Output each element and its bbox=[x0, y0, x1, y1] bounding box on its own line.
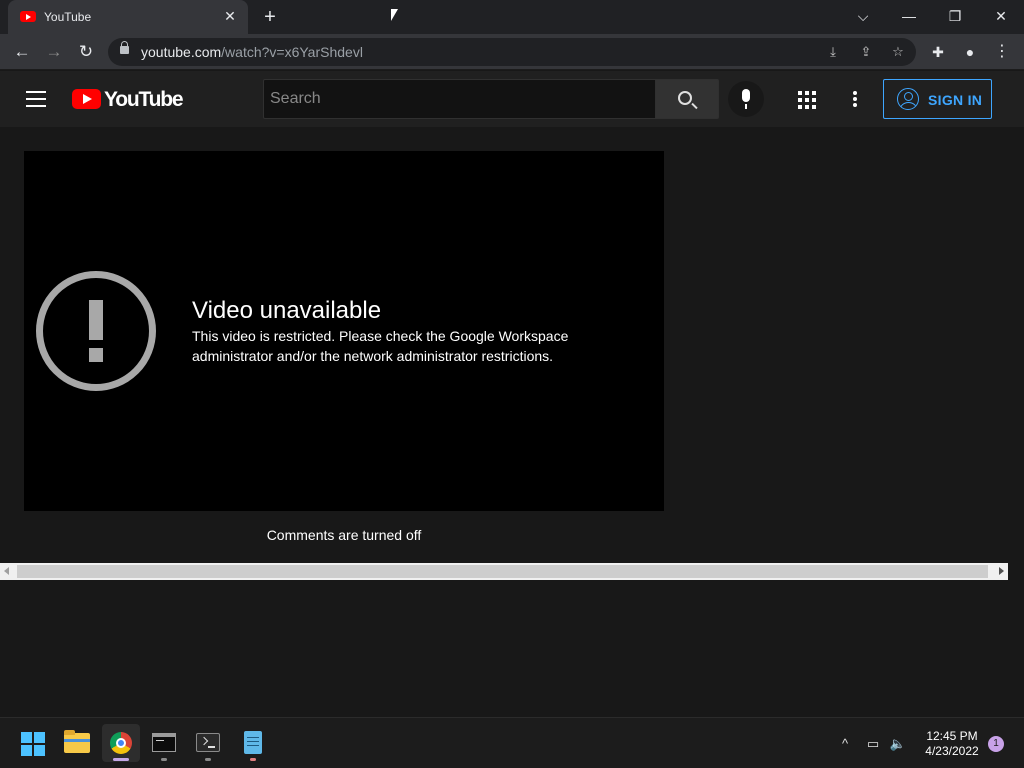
new-tab-button[interactable]: + bbox=[258, 5, 282, 29]
sign-in-label: SIGN IN bbox=[928, 92, 983, 108]
browser-toolbar: ← → ↻ youtube.com/watch?v=x6YarShdevl ⤓ … bbox=[0, 34, 1024, 70]
guide-menu-icon[interactable] bbox=[26, 91, 46, 107]
file-explorer-icon bbox=[64, 730, 90, 753]
search-input[interactable] bbox=[264, 80, 655, 118]
minimize-button[interactable]: — bbox=[886, 0, 932, 32]
account-circle-icon bbox=[897, 88, 919, 110]
exclamation-alert-icon bbox=[36, 271, 156, 391]
scroll-left-arrow-icon[interactable] bbox=[4, 567, 9, 575]
install-icon[interactable]: ⤓ bbox=[823, 42, 843, 62]
horizontal-scrollbar[interactable] bbox=[0, 563, 1008, 580]
running-indicator bbox=[113, 758, 129, 761]
running-indicator bbox=[161, 758, 167, 761]
windows-start-icon bbox=[21, 732, 45, 756]
error-message: This video is restricted. Please check t… bbox=[192, 328, 569, 364]
search-button[interactable] bbox=[655, 79, 719, 119]
youtube-page: YouTube SIGN IN Video unavailable This v… bbox=[0, 71, 1024, 717]
video-player[interactable]: Video unavailable This video is restrict… bbox=[24, 151, 664, 511]
youtube-play-icon bbox=[72, 89, 101, 109]
lock-icon[interactable] bbox=[120, 41, 129, 54]
running-indicator bbox=[205, 758, 211, 761]
close-window-button[interactable]: ✕ bbox=[978, 0, 1024, 32]
taskbar-clock[interactable]: 12:45 PM 4/23/2022 bbox=[910, 729, 994, 759]
scroll-right-arrow-icon[interactable] bbox=[999, 567, 1004, 575]
command-prompt-icon bbox=[152, 733, 176, 752]
error-title: Video unavailable bbox=[192, 297, 382, 324]
taskbar-chrome[interactable] bbox=[102, 724, 140, 762]
tray-overflow-chevron-icon[interactable]: ^ bbox=[836, 735, 854, 753]
youtube-favicon-icon bbox=[20, 11, 36, 22]
youtube-apps-icon[interactable] bbox=[798, 91, 816, 109]
masthead: YouTube SIGN IN bbox=[0, 71, 1024, 127]
settings-more-icon[interactable] bbox=[853, 91, 857, 107]
url-text[interactable]: youtube.com/watch?v=x6YarShdevl bbox=[141, 44, 363, 60]
bookmark-star-icon[interactable]: ☆ bbox=[888, 42, 908, 62]
url-path: /watch?v=x6YarShdevl bbox=[221, 44, 363, 60]
running-indicator bbox=[250, 758, 256, 761]
url-host: youtube.com bbox=[141, 44, 222, 60]
browser-tab-strip: YouTube ✕ + ⌵ — ❐ ✕ bbox=[0, 0, 1024, 34]
forward-button[interactable]: → bbox=[40, 38, 68, 66]
sign-in-button[interactable]: SIGN IN bbox=[883, 79, 992, 119]
search-icon bbox=[678, 91, 692, 105]
notepad-icon bbox=[244, 731, 262, 754]
taskbar-command-prompt[interactable] bbox=[145, 724, 183, 762]
share-icon[interactable]: ⇪ bbox=[856, 42, 876, 62]
mouse-cursor-icon bbox=[391, 9, 398, 21]
clock-time: 12:45 PM bbox=[926, 729, 978, 743]
tab-title: YouTube bbox=[44, 10, 92, 24]
voice-search-button[interactable] bbox=[728, 81, 764, 117]
start-button[interactable] bbox=[13, 724, 51, 762]
taskbar-terminal[interactable] bbox=[189, 724, 227, 762]
browser-tab[interactable]: YouTube ✕ bbox=[8, 0, 248, 34]
search-box bbox=[263, 79, 656, 119]
back-button[interactable]: ← bbox=[8, 38, 36, 66]
taskbar-file-explorer[interactable] bbox=[58, 724, 96, 762]
network-icon[interactable]: ▭ bbox=[864, 735, 882, 753]
restore-button[interactable]: ❐ bbox=[932, 0, 978, 32]
comments-status: Comments are turned off bbox=[266, 527, 422, 543]
profile-icon[interactable]: ● bbox=[956, 38, 984, 66]
clock-date: 4/23/2022 bbox=[925, 744, 979, 758]
youtube-logo-text: YouTube bbox=[104, 88, 184, 111]
volume-icon[interactable]: 🔈 bbox=[889, 735, 907, 753]
tab-search-dropdown-icon[interactable]: ⌵ bbox=[840, 0, 886, 32]
notification-badge[interactable]: 1 bbox=[988, 736, 1004, 752]
tab-close-icon[interactable]: ✕ bbox=[220, 6, 240, 26]
extensions-icon[interactable]: ✚ bbox=[924, 38, 952, 66]
terminal-icon bbox=[196, 733, 220, 752]
browser-menu-icon[interactable]: ⋮ bbox=[988, 38, 1016, 66]
reload-button[interactable]: ↻ bbox=[72, 38, 100, 66]
taskbar-notepad[interactable] bbox=[234, 724, 272, 762]
address-bar[interactable]: youtube.com/watch?v=x6YarShdevl ⤓ ⇪ ☆ bbox=[108, 38, 916, 66]
chrome-icon bbox=[110, 732, 132, 754]
microphone-icon bbox=[742, 89, 750, 102]
scrollbar-thumb[interactable] bbox=[17, 565, 988, 578]
